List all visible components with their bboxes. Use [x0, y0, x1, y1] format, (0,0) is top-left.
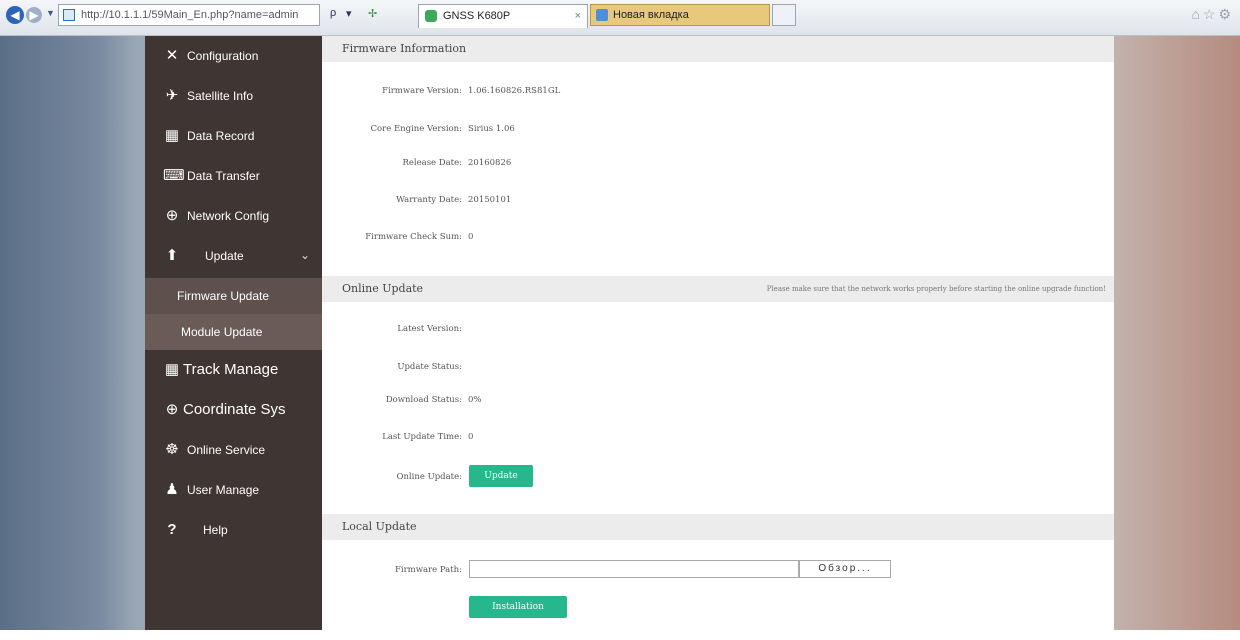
sidebar-item-user-manage[interactable]: ♟ User Manage	[145, 470, 322, 510]
core-engine-version-label: Core Engine Version:	[370, 124, 462, 134]
address-tools: ρ ▾ ✢	[322, 4, 418, 26]
sidebar-subitem-firmware-update[interactable]: Firmware Update	[145, 278, 322, 314]
tab-title: GNSS K680P	[443, 10, 511, 22]
sidebar-item-coordinate-sys[interactable]: ⊕ Coordinate Sys	[145, 390, 322, 430]
sidebar-item-label: Data Record	[187, 129, 255, 143]
firmware-path-input[interactable]	[469, 560, 799, 578]
sidebar-subitem-label: Module Update	[181, 325, 263, 339]
firmware-checksum-value: 0	[468, 232, 474, 242]
sidebar-item-label: Satellite Info	[187, 89, 254, 103]
sidebar-item-update[interactable]: ⬆ Update ⌄	[145, 236, 322, 276]
online-update-label: Online Update:	[396, 472, 462, 482]
calendar-icon: ▦	[164, 361, 180, 378]
calendar-icon: ▦	[164, 127, 180, 144]
tab-favicon-icon	[596, 9, 608, 21]
tools-icon: ✕	[165, 47, 179, 64]
sidebar-item-label: Online Service	[187, 443, 266, 457]
address-bar[interactable]: http://10.1.1.1/59Main_En.php?name=admin	[58, 4, 320, 26]
sidebar-subitem-module-update[interactable]: Module Update	[145, 314, 322, 350]
sidebar-item-data-record[interactable]: ▦ Data Record	[145, 116, 322, 156]
warranty-date-value: 20150101	[468, 195, 512, 205]
warranty-date-label: Warranty Date:	[396, 195, 462, 205]
sidebar-item-help[interactable]: ? Help	[145, 510, 322, 550]
page-icon	[63, 9, 75, 21]
last-update-time-label: Last Update Time:	[382, 432, 462, 442]
back-button[interactable]: ◀	[6, 6, 24, 24]
new-tab-button[interactable]	[772, 4, 796, 26]
tab-new-page[interactable]: Новая вкладка	[590, 4, 770, 26]
tab-title: Новая вкладка	[613, 9, 689, 21]
help-icon: ?	[167, 521, 177, 538]
main-panel: Firmware Information Firmware Version: 1…	[322, 36, 1114, 630]
user-icon: ♟	[165, 481, 179, 498]
sidebar-item-label: Data Transfer	[187, 169, 260, 183]
section-header-firmware-info: Firmware Information	[322, 36, 1114, 62]
globe-icon: ⊕	[165, 207, 179, 224]
home-favorites-settings-icons[interactable]: ⌂☆⚙	[1191, 6, 1234, 23]
service-icon: ☸	[165, 441, 179, 458]
release-date-label: Release Date:	[402, 158, 462, 168]
update-status-label: Update Status:	[397, 362, 462, 372]
browse-button[interactable]: Обзор...	[799, 560, 891, 578]
globe-icon: ⊕	[165, 401, 179, 418]
download-status-label: Download Status:	[385, 395, 462, 405]
sidebar-item-label: Network Config	[187, 209, 270, 223]
search-icon[interactable]: ρ	[330, 7, 336, 19]
upload-icon: ⬆	[165, 247, 179, 264]
sidebar-item-configuration[interactable]: ✕ Configuration	[145, 36, 322, 76]
chevron-down-icon: ⌄	[299, 248, 310, 262]
sidebar: ✕ Configuration ✈ Satellite Info ▦ Data …	[145, 36, 322, 630]
firmware-version-value: 1.06.160826.RS81GL	[468, 86, 561, 96]
network-warning-note: Please make sure that the network works …	[766, 285, 1106, 293]
installation-button[interactable]: Installation	[469, 596, 567, 618]
sidebar-item-label: Track Manage	[183, 361, 279, 378]
latest-version-label: Latest Version:	[397, 324, 462, 334]
sidebar-item-label: Help	[203, 523, 228, 537]
sidebar-item-label: User Manage	[187, 483, 260, 497]
chevron-down-icon[interactable]: ▾	[346, 7, 352, 20]
core-engine-version-value: Sirius 1.06	[468, 124, 515, 134]
sidebar-item-label: Update	[205, 249, 244, 263]
forward-button[interactable]: ▶	[26, 7, 42, 23]
section-title: Online Update	[342, 282, 424, 295]
tab-favicon-icon	[425, 10, 437, 22]
firmware-checksum-label: Firmware Check Sum:	[365, 232, 462, 242]
tab-gnss[interactable]: GNSS K680P ×	[418, 4, 588, 28]
sidebar-subitem-label: Firmware Update	[177, 289, 270, 303]
download-status-value: 0%	[468, 395, 482, 405]
firmware-version-label: Firmware Version:	[382, 86, 462, 96]
sidebar-item-satellite-info[interactable]: ✈ Satellite Info	[145, 76, 322, 116]
sidebar-item-data-transfer[interactable]: ⌨ Data Transfer	[145, 156, 322, 196]
status-strip	[0, 630, 1240, 640]
satellite-icon: ✈	[165, 87, 179, 104]
sidebar-item-label: Configuration	[187, 49, 259, 63]
recent-pages-icon[interactable]: ▼	[46, 8, 55, 18]
section-header-local-update: Local Update	[322, 514, 1114, 540]
sidebar-item-network-config[interactable]: ⊕ Network Config	[145, 196, 322, 236]
sidebar-item-track-manage[interactable]: ▦ Track Manage	[145, 350, 322, 390]
sidebar-item-label: Coordinate Sys	[183, 401, 286, 418]
browser-toolbar: ◀ ▶ ▼ http://10.1.1.1/59Main_En.php?name…	[0, 0, 1240, 36]
firmware-path-label: Firmware Path:	[394, 565, 462, 575]
url-text: http://10.1.1.1/59Main_En.php?name=admin	[81, 9, 299, 21]
monitor-icon: ⌨	[163, 167, 185, 184]
release-date-value: 20160826	[468, 158, 512, 168]
last-update-time-value: 0	[468, 432, 474, 442]
sidebar-item-online-service[interactable]: ☸ Online Service	[145, 430, 322, 470]
section-header-online-update: Online Update Please make sure that the …	[322, 276, 1114, 302]
close-icon[interactable]: ×	[575, 5, 581, 27]
update-button[interactable]: Update	[469, 465, 533, 487]
compatibility-icon[interactable]: ✢	[368, 7, 377, 20]
